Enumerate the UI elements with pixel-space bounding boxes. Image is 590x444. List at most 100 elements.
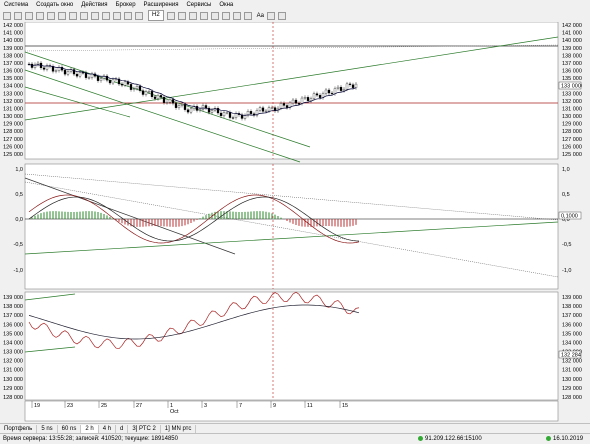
candle-body bbox=[138, 86, 142, 91]
menu-item-actions[interactable]: Действия bbox=[81, 2, 107, 8]
lower-label-left: 128 000 bbox=[3, 395, 23, 401]
price-label-right: 130 000 bbox=[562, 114, 582, 120]
menu-item-windows[interactable]: Окна bbox=[219, 2, 233, 8]
price-label-right: 126 000 bbox=[562, 144, 582, 150]
lower-label-right: 138 000 bbox=[562, 304, 582, 310]
candle-body bbox=[201, 105, 205, 110]
candle-body bbox=[144, 91, 148, 95]
candle-body bbox=[231, 117, 235, 119]
fibo-icon[interactable] bbox=[278, 11, 287, 20]
paste-icon[interactable] bbox=[58, 11, 66, 20]
price-label-left: 138 000 bbox=[3, 53, 23, 59]
time-label: 15 bbox=[342, 403, 348, 409]
candle-body bbox=[300, 97, 304, 104]
candle-body bbox=[75, 73, 79, 77]
macd-label-left: -1,0 bbox=[14, 268, 23, 274]
print-icon[interactable] bbox=[69, 11, 77, 20]
magnet-icon[interactable] bbox=[199, 11, 208, 20]
candle-body bbox=[228, 112, 232, 118]
text-tool[interactable]: Aa bbox=[257, 13, 264, 19]
status-date: 16.10.2019 bbox=[553, 436, 584, 442]
candle-body bbox=[78, 72, 82, 77]
menu-item-system[interactable]: Система bbox=[4, 2, 28, 8]
candle-body bbox=[204, 105, 208, 109]
grid-icon[interactable] bbox=[124, 11, 132, 20]
hand-icon[interactable] bbox=[177, 11, 186, 20]
bars-icon[interactable] bbox=[91, 11, 99, 20]
candle-body bbox=[279, 103, 283, 109]
macd-label-left: 0,0 bbox=[15, 217, 23, 223]
candle-body bbox=[195, 106, 199, 111]
candle-body bbox=[258, 107, 262, 111]
candle-body bbox=[249, 111, 253, 114]
lower-label-left: 135 000 bbox=[3, 331, 23, 337]
price-label-left: 142 000 bbox=[3, 23, 23, 29]
candle-body bbox=[348, 83, 352, 85]
ruler-icon[interactable] bbox=[188, 11, 197, 20]
candle-body bbox=[327, 89, 331, 94]
time-label: 9 bbox=[273, 403, 276, 409]
candle-body bbox=[333, 88, 337, 94]
hline-icon[interactable] bbox=[221, 11, 230, 20]
candle-body bbox=[315, 93, 319, 96]
candle-body bbox=[306, 97, 310, 102]
price-label-left: 125 000 bbox=[3, 152, 23, 158]
candle-body bbox=[174, 103, 178, 108]
candle-body bbox=[222, 112, 226, 117]
menu-item-services[interactable]: Сервисы bbox=[186, 2, 211, 8]
connection-led-icon bbox=[418, 435, 423, 441]
price-label-left: 126 000 bbox=[3, 144, 23, 150]
macd-label-right: 1,0 bbox=[562, 167, 570, 173]
chart-canvas[interactable]: 142 000 142 000141 000 141 000140 000 140 0… bbox=[0, 22, 590, 423]
price-label-right: 138 000 bbox=[562, 53, 582, 59]
lower-label-right: 134 000 bbox=[562, 340, 582, 346]
lower-label-left: 131 000 bbox=[3, 368, 23, 374]
price-label-right: 140 000 bbox=[562, 38, 582, 44]
connection-status: 91.209.122.66:15100 bbox=[418, 435, 482, 442]
candle-body bbox=[225, 112, 229, 114]
timeframe-select[interactable]: H2 bbox=[148, 10, 164, 21]
lower-label-left: 132 000 bbox=[3, 359, 23, 365]
candle-body bbox=[120, 83, 124, 86]
menu-item-extensions[interactable]: Расширения bbox=[144, 2, 179, 8]
open-icon[interactable] bbox=[14, 11, 22, 20]
channel-icon[interactable] bbox=[243, 11, 252, 20]
candle-body bbox=[234, 113, 238, 118]
price-label-right: 136 000 bbox=[562, 69, 582, 75]
lower-label-right: 137 000 bbox=[562, 313, 582, 319]
candle-body bbox=[126, 81, 130, 85]
price-label-left: 136 000 bbox=[3, 69, 23, 75]
menu-item-broker[interactable]: Брокер bbox=[116, 2, 136, 8]
candle-body bbox=[153, 96, 157, 99]
menu-item-new-window[interactable]: Создать окно bbox=[36, 2, 73, 8]
lower-label-right: 135 000 bbox=[562, 331, 582, 337]
line-icon[interactable] bbox=[113, 11, 121, 20]
pencil-icon[interactable] bbox=[210, 11, 219, 20]
lower-label-right: 128 000 bbox=[562, 395, 582, 401]
candle-body bbox=[282, 103, 286, 106]
candle-body bbox=[135, 86, 139, 89]
arrow-icon[interactable] bbox=[267, 11, 276, 20]
price-label-right: 137 000 bbox=[562, 61, 582, 67]
new-window-icon[interactable] bbox=[3, 11, 11, 20]
price-label-left: 129 000 bbox=[3, 122, 23, 128]
time-label: 3 bbox=[204, 403, 207, 409]
candle-body bbox=[156, 95, 160, 99]
lower-label-right: 130 000 bbox=[562, 377, 582, 383]
copy-icon[interactable] bbox=[47, 11, 55, 20]
candle-body bbox=[177, 105, 181, 108]
cut-icon[interactable] bbox=[36, 11, 44, 20]
crosshair-icon[interactable] bbox=[166, 11, 175, 20]
trendline-icon[interactable] bbox=[232, 11, 241, 20]
indicators-icon[interactable] bbox=[135, 11, 143, 20]
candle-body bbox=[294, 99, 298, 104]
candle-body bbox=[87, 77, 91, 79]
zoom-icon[interactable] bbox=[80, 11, 88, 20]
time-label: 7 bbox=[239, 403, 242, 409]
price-label-right: 139 000 bbox=[562, 46, 582, 52]
lower-label-left: 136 000 bbox=[3, 322, 23, 328]
candles-icon[interactable] bbox=[102, 11, 110, 20]
macd-current-label: 0,1000 bbox=[561, 214, 578, 220]
save-icon[interactable] bbox=[25, 11, 33, 20]
lower-label-right: 139 000 bbox=[562, 295, 582, 301]
